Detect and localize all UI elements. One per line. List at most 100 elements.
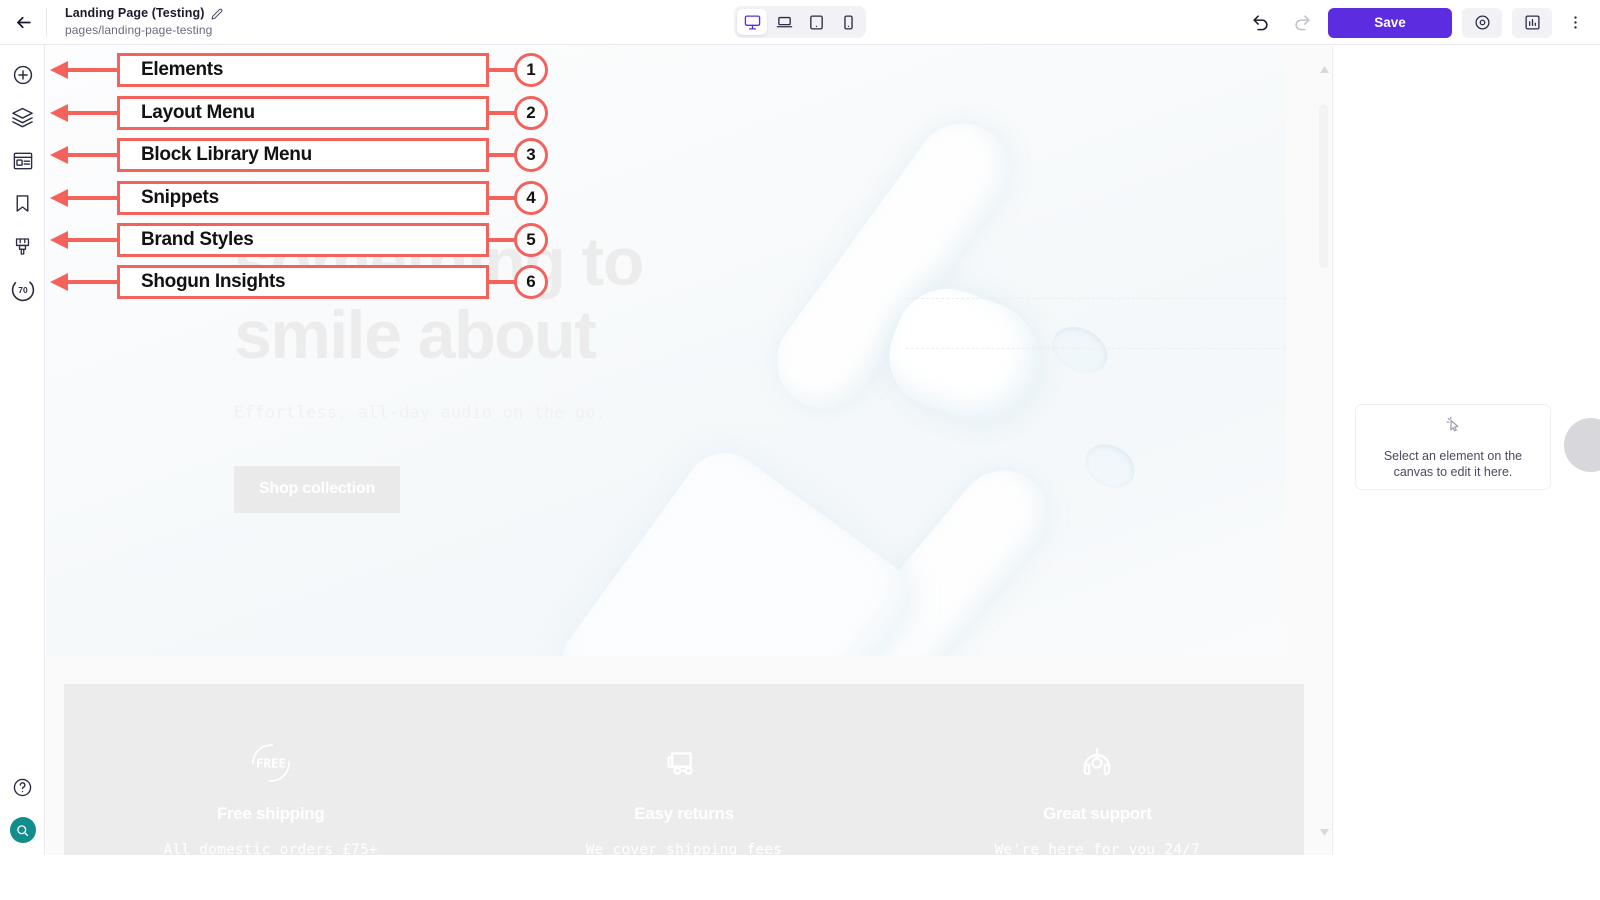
desktop-icon [744,14,760,30]
headset-support-icon [1076,740,1118,786]
device-tablet-button[interactable] [801,9,831,35]
feature-title: Great support [1043,804,1152,823]
chat-bubble-icon[interactable] [1564,418,1600,472]
annotation-connector [66,280,120,284]
question-circle-icon [13,778,32,797]
annotation-number: 4 [514,181,548,215]
features-section[interactable]: FREE Free shipping All domestic orders £… [64,684,1304,855]
layers-icon [12,107,33,128]
sidebar-item-brand-styles[interactable] [0,225,45,268]
feature-title: Free shipping [216,804,325,823]
canvas-guide-line [906,298,1286,299]
top-toolbar: Landing Page (Testing) pages/landing-pag… [0,0,1600,45]
redo-icon [1294,15,1310,31]
delivery-truck-icon [663,740,705,786]
annotation-label: Layout Menu [141,102,255,123]
properties-empty-text: Select an element on the canvas to edit … [1383,448,1523,479]
properties-empty-state: Select an element on the canvas to edit … [1355,404,1551,490]
feature-description: We're here for you 24/7 [994,842,1201,855]
annotation-label: Snippets [141,187,219,208]
annotation-box: Brand Styles [117,223,489,257]
annotation-connector [487,68,517,72]
window-block-icon [13,152,32,169]
annotation-connector [66,111,120,115]
annotation-connector [487,196,517,200]
caret-down-icon[interactable] [1320,823,1329,841]
properties-panel: Select an element on the canvas to edit … [1332,46,1600,855]
shop-collection-button[interactable]: Shop collection [234,465,400,513]
device-desktop-button[interactable] [737,9,767,35]
feature-easy-returns[interactable]: Easy returns We cover shipping fees [477,684,890,855]
sidebar-item-snippets[interactable] [0,182,45,225]
laptop-icon [776,16,792,27]
annotation-connector [487,238,517,242]
canvas-scrollbar[interactable] [1317,46,1331,855]
feature-great-support[interactable]: Great support We're here for you 24/7 [891,684,1304,855]
annotation-label: Brand Styles [141,229,254,250]
annotation-connector [66,196,120,200]
feature-description: We cover shipping fees [585,842,783,855]
gauge-icon: 70 [10,277,36,303]
device-mobile-button[interactable] [833,9,863,35]
pencil-icon[interactable] [211,8,223,20]
annotation-box: Snippets [117,181,489,215]
paint-brush-icon [15,238,30,255]
arrow-left-icon [16,16,31,28]
feature-description: All domestic orders £75+ [163,842,378,855]
insights-score: 70 [18,284,28,295]
page-title: Landing Page (Testing) [65,6,205,21]
annotation-label: Shogun Insights [141,271,286,292]
sidebar-item-elements[interactable] [0,53,45,96]
redo-button[interactable] [1286,8,1318,38]
annotation-number: 6 [514,265,548,299]
sidebar-item-block-library[interactable] [0,139,45,182]
bookmark-icon [16,195,29,212]
feature-free-shipping[interactable]: FREE Free shipping All domestic orders £… [64,684,477,855]
annotation-connector [66,238,120,242]
bar-chart-icon [1524,15,1540,30]
undo-button[interactable] [1244,8,1276,38]
hero-subtitle: Effortless, all-day audio on the go. [234,402,607,422]
earbud-image-left-port [1044,317,1116,383]
annotation-box: Block Library Menu [117,138,489,172]
more-options-button[interactable] [1562,8,1588,38]
plus-circle-icon [13,65,32,84]
shogun-page-builder: Landing Page (Testing) pages/landing-pag… [0,0,1600,900]
annotation-number: 1 [514,53,548,87]
undo-icon [1252,15,1268,31]
svg-text:FREE: FREE [256,756,286,771]
mobile-icon [843,14,853,30]
annotation-connector [487,153,517,157]
device-laptop-button[interactable] [769,9,799,35]
page-meta: Landing Page (Testing) pages/landing-pag… [47,6,223,37]
annotation-connector [66,153,120,157]
scrollbar-thumb[interactable] [1319,104,1328,268]
left-sidebar: 70 [0,45,45,855]
help-button[interactable] [0,766,45,809]
search-assistant-button[interactable] [9,817,36,843]
device-switcher [734,6,866,38]
annotation-label: Elements [141,59,224,80]
annotation-number: 2 [514,96,548,130]
annotation-connector [487,280,517,284]
back-button[interactable] [0,0,46,45]
annotation-label: Block Library Menu [141,144,312,165]
annotation-box: Layout Menu [117,96,489,130]
annotation-number: 3 [514,138,548,172]
toolbar-actions: Save [1244,0,1588,45]
sidebar-bottom-actions [0,766,45,843]
annotation-connector [66,68,120,72]
caret-up-icon[interactable] [1320,60,1329,78]
preview-button[interactable] [1462,7,1502,38]
tablet-icon [809,14,823,30]
kebab-menu-icon [1573,16,1577,29]
save-button[interactable]: Save [1328,7,1452,38]
sidebar-item-layout[interactable] [0,96,45,139]
free-circle-icon: FREE [249,740,293,786]
sidebar-item-shogun-insights[interactable]: 70 [0,268,45,311]
eye-icon [1474,15,1490,30]
cursor-click-icon [1444,415,1463,439]
annotation-connector [487,111,517,115]
analytics-button[interactable] [1512,7,1552,38]
earbud-image-right-port [1077,435,1143,497]
